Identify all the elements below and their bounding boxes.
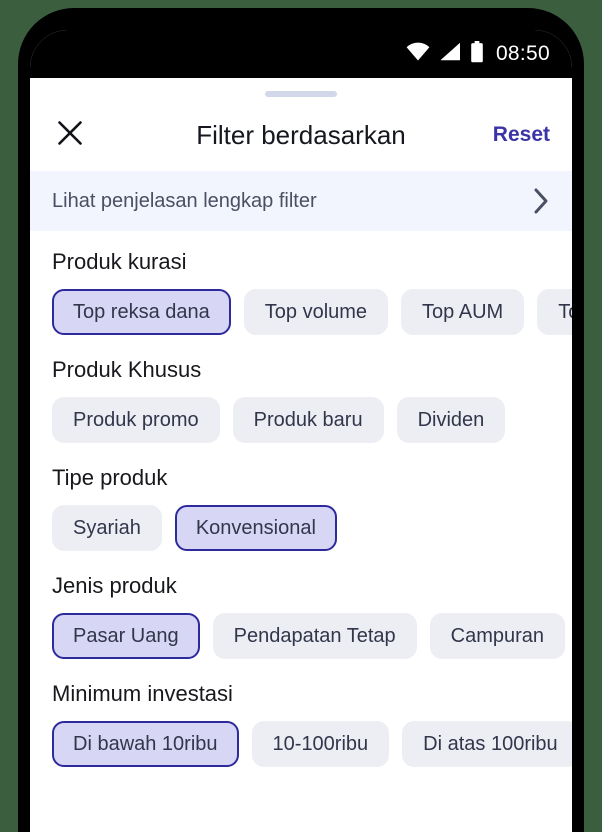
chevron-right-icon xyxy=(533,187,550,215)
filter-explanation-banner[interactable]: Lihat penjelasan lengkap filter xyxy=(30,171,572,231)
close-button[interactable] xyxy=(52,117,88,153)
filter-chip[interactable]: Produk promo xyxy=(52,397,220,443)
filter-sections: Produk kurasi Top reksa dana Top volume Top… xyxy=(30,231,572,771)
section-title: Jenis produk xyxy=(52,573,177,598)
status-bar-time: 08:50 xyxy=(495,42,550,65)
filter-section: Produk Khusus Produk promo Produk baru Divi… xyxy=(30,339,572,447)
close-icon xyxy=(57,120,83,151)
sheet-header: Filter berdasarkan Reset xyxy=(30,99,572,171)
section-title: Minimum investasi xyxy=(52,681,233,706)
cellular-signal-icon xyxy=(439,42,461,66)
filter-chip[interactable]: Top value xyxy=(537,289,572,335)
chip-row[interactable]: Syariah Konvensional xyxy=(30,505,572,555)
filter-chip[interactable]: 10-100ribu xyxy=(251,721,390,767)
filter-section: Jenis produk Pasar Uang Pendapatan Tetap Ca… xyxy=(30,555,572,663)
filter-chip[interactable]: Di atas 100ribu xyxy=(402,721,572,767)
filter-chip[interactable]: Top volume xyxy=(243,289,389,335)
filter-chip[interactable]: Dividen xyxy=(396,397,506,443)
filter-chip[interactable]: Syariah xyxy=(52,505,162,551)
filter-chip[interactable]: Pasar Uang xyxy=(52,613,200,659)
chip-row[interactable]: Top reksa dana Top volume Top AUM Top value xyxy=(30,289,572,339)
drag-handle-container xyxy=(30,78,572,99)
filter-chip[interactable]: Produk baru xyxy=(232,397,384,443)
section-title: Tipe produk xyxy=(52,465,168,490)
filter-bottom-sheet: Filter berdasarkan Reset Lihat penjelasa… xyxy=(30,78,572,832)
filter-chip[interactable]: Pendapatan Tetap xyxy=(212,613,417,659)
reset-button[interactable]: Reset xyxy=(493,123,550,147)
phone-frame: 08:50 Filter berdasarkan Reset Lihat pen… xyxy=(18,8,584,832)
filter-chip[interactable]: Di bawah 10ribu xyxy=(52,721,239,767)
filter-chip[interactable]: Campuran xyxy=(429,613,566,659)
filter-explanation-label: Lihat penjelasan lengkap filter xyxy=(52,189,317,212)
page-title: Filter berdasarkan xyxy=(196,119,406,150)
filter-section: Produk kurasi Top reksa dana Top volume Top… xyxy=(30,231,572,339)
wifi-icon xyxy=(406,42,430,66)
filter-section: Minimum investasi Di bawah 10ribu 10-100ri… xyxy=(30,663,572,771)
chip-row[interactable]: Di bawah 10ribu 10-100ribu Di atas 100ribu xyxy=(30,721,572,771)
section-title: Produk Khusus xyxy=(52,357,202,382)
filter-section: Tipe produk Syariah Konvensional xyxy=(30,447,572,555)
chip-row[interactable]: Pasar UangPendapatan TetapCampuranSaham xyxy=(30,613,572,663)
section-title: Produk kurasi xyxy=(52,249,187,274)
chip-row[interactable]: Produk promo Produk baru Dividen xyxy=(30,397,572,447)
filter-chip[interactable]: Konvensional xyxy=(174,505,337,551)
phone-screen: 08:50 Filter berdasarkan Reset Lihat pen… xyxy=(30,30,572,832)
battery-icon xyxy=(470,40,484,68)
filter-chip[interactable]: Top reksa dana xyxy=(52,289,231,335)
filter-chip[interactable]: Top AUM xyxy=(401,289,525,335)
status-bar: 08:50 xyxy=(30,30,572,78)
drag-handle[interactable] xyxy=(265,91,337,97)
